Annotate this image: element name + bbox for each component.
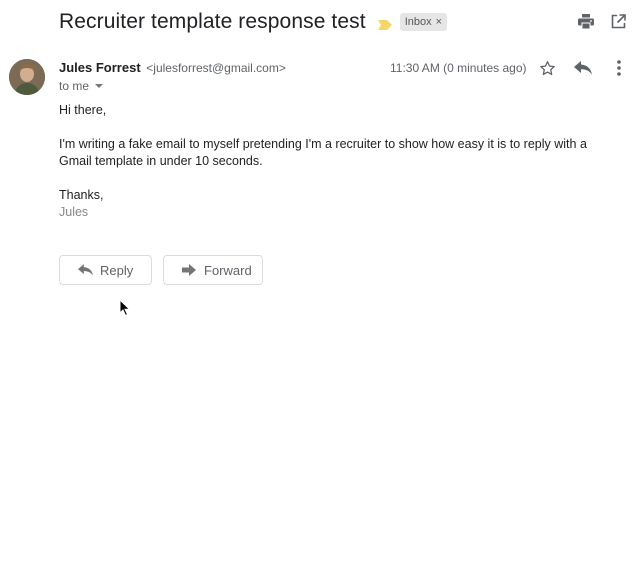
mouse-cursor-icon (119, 298, 131, 317)
sender-line: Jules Forrest <julesforrest@gmail.com> (59, 60, 286, 75)
open-in-new-window-icon[interactable] (608, 11, 628, 31)
email-timestamp: 11:30 AM (0 minutes ago) (390, 61, 527, 75)
star-icon[interactable] (537, 58, 557, 78)
inbox-label-chip: Inbox × (399, 13, 448, 31)
reply-icon (76, 261, 94, 279)
forward-button-label: Forward (204, 262, 252, 278)
remove-label-icon[interactable]: × (436, 16, 442, 28)
sender-email: <julesforrest@gmail.com> (146, 61, 286, 75)
recipient-details-toggle[interactable]: to me (59, 79, 104, 93)
print-icon[interactable] (576, 11, 596, 31)
sender-name[interactable]: Jules Forrest (59, 60, 141, 75)
recipient-label: to me (59, 79, 90, 93)
reply-button-label: Reply (100, 262, 134, 278)
email-greeting: Hi there, (59, 103, 107, 117)
reply-button[interactable]: Reply (59, 255, 152, 285)
email-view: Recruiter template response test Inbox × (0, 0, 640, 586)
importance-marker-icon[interactable] (377, 17, 392, 30)
email-body-paragraph: I'm writing a fake email to myself prete… (59, 137, 587, 168)
email-subject: Recruiter template response test (59, 10, 366, 33)
forward-button[interactable]: Forward (163, 255, 263, 285)
email-signature: Jules (59, 205, 89, 219)
sender-avatar[interactable] (9, 59, 45, 95)
forward-icon (180, 261, 198, 279)
subject-row: Recruiter template response test Inbox × (59, 8, 448, 36)
email-signoff: Thanks, (59, 188, 104, 202)
label-chip-text: Inbox (404, 16, 432, 28)
more-vert-icon[interactable] (609, 58, 629, 78)
chevron-down-icon[interactable] (95, 84, 104, 88)
reply-icon[interactable] (573, 58, 593, 78)
